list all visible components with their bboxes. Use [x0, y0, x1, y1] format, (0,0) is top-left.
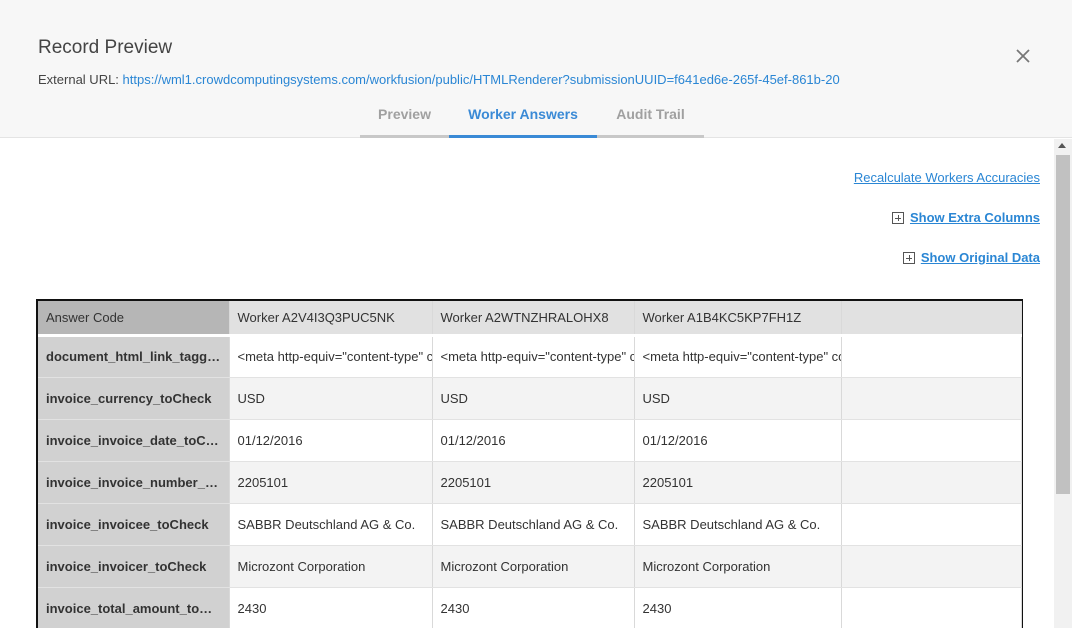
- empty-cell: [841, 587, 1022, 628]
- dialog-title: Record Preview: [38, 37, 173, 58]
- answer-code-cell: invoice_total_amount_toCh...: [38, 587, 230, 628]
- worker-answer-cell: SABBR Deutschland AG & Co.: [229, 503, 433, 546]
- empty-cell: [841, 503, 1022, 546]
- worker-answer-cell: SABBR Deutschland AG & Co.: [432, 503, 635, 546]
- table-row[interactable]: document_html_link_tagge... <meta http-eq…: [38, 335, 1022, 378]
- recalculate-accuracies-link[interactable]: Recalculate Workers Accuracies: [854, 170, 1040, 185]
- external-url-label: External URL:: [38, 72, 119, 87]
- table-header-row: Answer Code Worker A2V4I3Q3PUC5NK Worker…: [38, 301, 1022, 337]
- show-original-data-link[interactable]: Show Original Data: [902, 250, 1040, 265]
- vertical-scrollbar[interactable]: [1054, 139, 1072, 628]
- worker-answers-panel: Recalculate Workers Accuracies Show Extr…: [0, 139, 1054, 628]
- table-row[interactable]: invoice_invoice_date_toChe... 01/12/2016 0…: [38, 419, 1022, 462]
- answer-code-cell: document_html_link_tagge...: [38, 335, 230, 378]
- worker-answer-cell: USD: [634, 377, 842, 420]
- tab-audit-trail[interactable]: Audit Trail: [597, 100, 704, 138]
- column-header-empty: [841, 301, 1022, 337]
- answer-code-cell: invoice_invoicee_toCheck: [38, 503, 230, 546]
- show-extra-columns-label: Show Extra Columns: [909, 210, 1040, 225]
- column-header-worker[interactable]: Worker A2WTNZHRALOHX8: [432, 301, 635, 337]
- worker-answer-cell: 2205101: [432, 461, 635, 504]
- table-row[interactable]: invoice_invoicer_toCheck Microzont Corpor…: [38, 545, 1022, 588]
- worker-answer-cell: <meta http-equiv="content-type" content: [634, 335, 842, 378]
- answer-code-cell: invoice_currency_toCheck: [38, 377, 230, 420]
- table-row[interactable]: invoice_total_amount_toCh... 2430 2430 2430: [38, 587, 1022, 628]
- table-row[interactable]: invoice_invoicee_toCheck SABBR Deutschlan…: [38, 503, 1022, 546]
- column-header-answer-code[interactable]: Answer Code: [38, 301, 230, 337]
- external-url-row: External URL: https://wml1.crowdcomputin…: [38, 72, 868, 87]
- column-header-worker[interactable]: Worker A2V4I3Q3PUC5NK: [229, 301, 433, 337]
- worker-answer-cell: <meta http-equiv="content-type" content: [432, 335, 635, 378]
- expand-icon: [891, 211, 904, 224]
- table-row[interactable]: invoice_invoice_number_to... 2205101 22051…: [38, 461, 1022, 504]
- scroll-up-arrow-icon[interactable]: [1058, 143, 1066, 148]
- worker-answer-cell: 01/12/2016: [229, 419, 433, 462]
- expand-icon: [902, 251, 915, 264]
- worker-answer-cell: Microzont Corporation: [229, 545, 433, 588]
- answers-table: Answer Code Worker A2V4I3Q3PUC5NK Worker…: [38, 301, 1022, 628]
- close-button[interactable]: [1010, 43, 1036, 69]
- worker-answer-cell: SABBR Deutschland AG & Co.: [634, 503, 842, 546]
- close-icon: [1016, 49, 1030, 63]
- show-original-data-label: Show Original Data: [920, 250, 1040, 265]
- tab-worker-answers[interactable]: Worker Answers: [449, 100, 597, 138]
- worker-answer-cell: 2205101: [229, 461, 433, 504]
- external-url-link[interactable]: https://wml1.crowdcomputingsystems.com/w…: [123, 72, 840, 87]
- worker-answer-cell: Microzont Corporation: [634, 545, 842, 588]
- worker-answer-cell: USD: [229, 377, 433, 420]
- answer-code-cell: invoice_invoicer_toCheck: [38, 545, 230, 588]
- worker-answer-cell: 2430: [229, 587, 433, 628]
- column-header-worker[interactable]: Worker A1B4KC5KP7FH1Z: [634, 301, 842, 337]
- empty-cell: [841, 377, 1022, 420]
- show-extra-columns-link[interactable]: Show Extra Columns: [891, 210, 1040, 225]
- empty-cell: [841, 545, 1022, 588]
- empty-cell: [841, 419, 1022, 462]
- answer-code-cell: invoice_invoice_date_toChe...: [38, 419, 230, 462]
- worker-answer-cell: USD: [432, 377, 635, 420]
- answers-grid: Answer Code Worker A2V4I3Q3PUC5NK Worker…: [36, 299, 1023, 628]
- worker-answer-cell: <meta http-equiv="content-type" content: [229, 335, 433, 378]
- worker-answer-cell: 01/12/2016: [432, 419, 635, 462]
- tab-bar: Preview Worker Answers Audit Trail: [360, 100, 704, 138]
- worker-answer-cell: 2205101: [634, 461, 842, 504]
- worker-answer-cell: 2430: [432, 587, 635, 628]
- answer-code-cell: invoice_invoice_number_to...: [38, 461, 230, 504]
- worker-answer-cell: 2430: [634, 587, 842, 628]
- dialog-header: Record Preview External URL: https://wml…: [0, 0, 1072, 138]
- scroll-thumb[interactable]: [1056, 155, 1070, 494]
- table-row[interactable]: invoice_currency_toCheck USD USD USD: [38, 377, 1022, 420]
- tab-preview[interactable]: Preview: [360, 100, 449, 138]
- empty-cell: [841, 461, 1022, 504]
- worker-answer-cell: 01/12/2016: [634, 419, 842, 462]
- empty-cell: [841, 335, 1022, 378]
- worker-answer-cell: Microzont Corporation: [432, 545, 635, 588]
